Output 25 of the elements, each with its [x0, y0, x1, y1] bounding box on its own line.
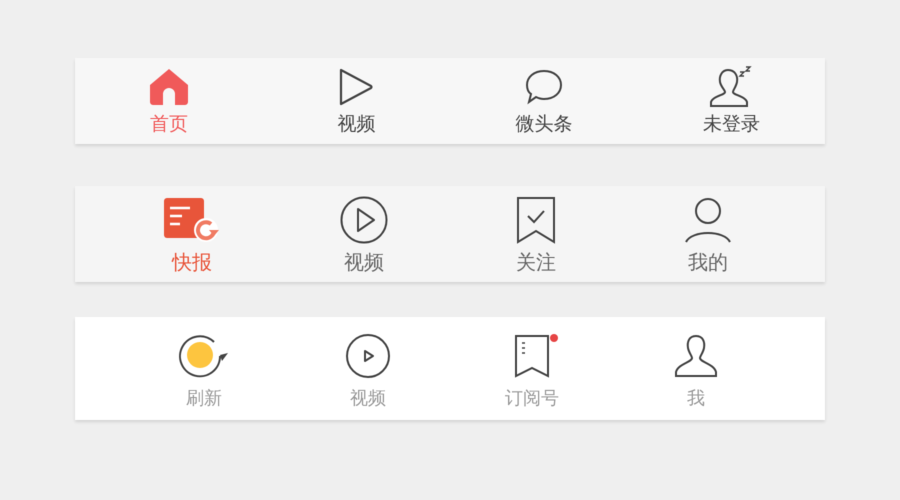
refresh-icon — [178, 332, 230, 378]
user-icon — [684, 196, 732, 244]
tab-label[interactable]: 关注 — [516, 248, 556, 276]
person-icon — [674, 334, 718, 378]
chat-icon — [524, 68, 564, 106]
tab-label[interactable]: 首页 — [150, 111, 188, 137]
tab-label[interactable]: 未登录 — [702, 111, 760, 137]
play-circle-icon — [339, 194, 389, 244]
tab-label[interactable]: 刷新 — [186, 386, 222, 410]
tab-label[interactable]: 视频 — [337, 111, 376, 137]
notification-dot — [550, 334, 558, 342]
tab-label[interactable]: 订阅号 — [505, 386, 559, 410]
tab-label[interactable]: 微头条 — [515, 111, 572, 137]
bookmark-list-icon — [514, 334, 550, 378]
news-refresh-icon — [162, 196, 222, 244]
tab-label[interactable]: 视频 — [344, 248, 384, 276]
bookmark-check-icon — [516, 196, 556, 244]
tab-label[interactable]: 我的 — [688, 248, 728, 276]
play-circle-icon — [345, 332, 391, 378]
tab-label[interactable]: 视频 — [350, 386, 386, 410]
tab-label[interactable]: 快报 — [172, 248, 212, 276]
tab-label[interactable]: 我 — [687, 386, 705, 410]
home-icon — [148, 67, 190, 107]
sleeping-user-icon — [709, 66, 754, 108]
play-icon — [338, 67, 374, 107]
